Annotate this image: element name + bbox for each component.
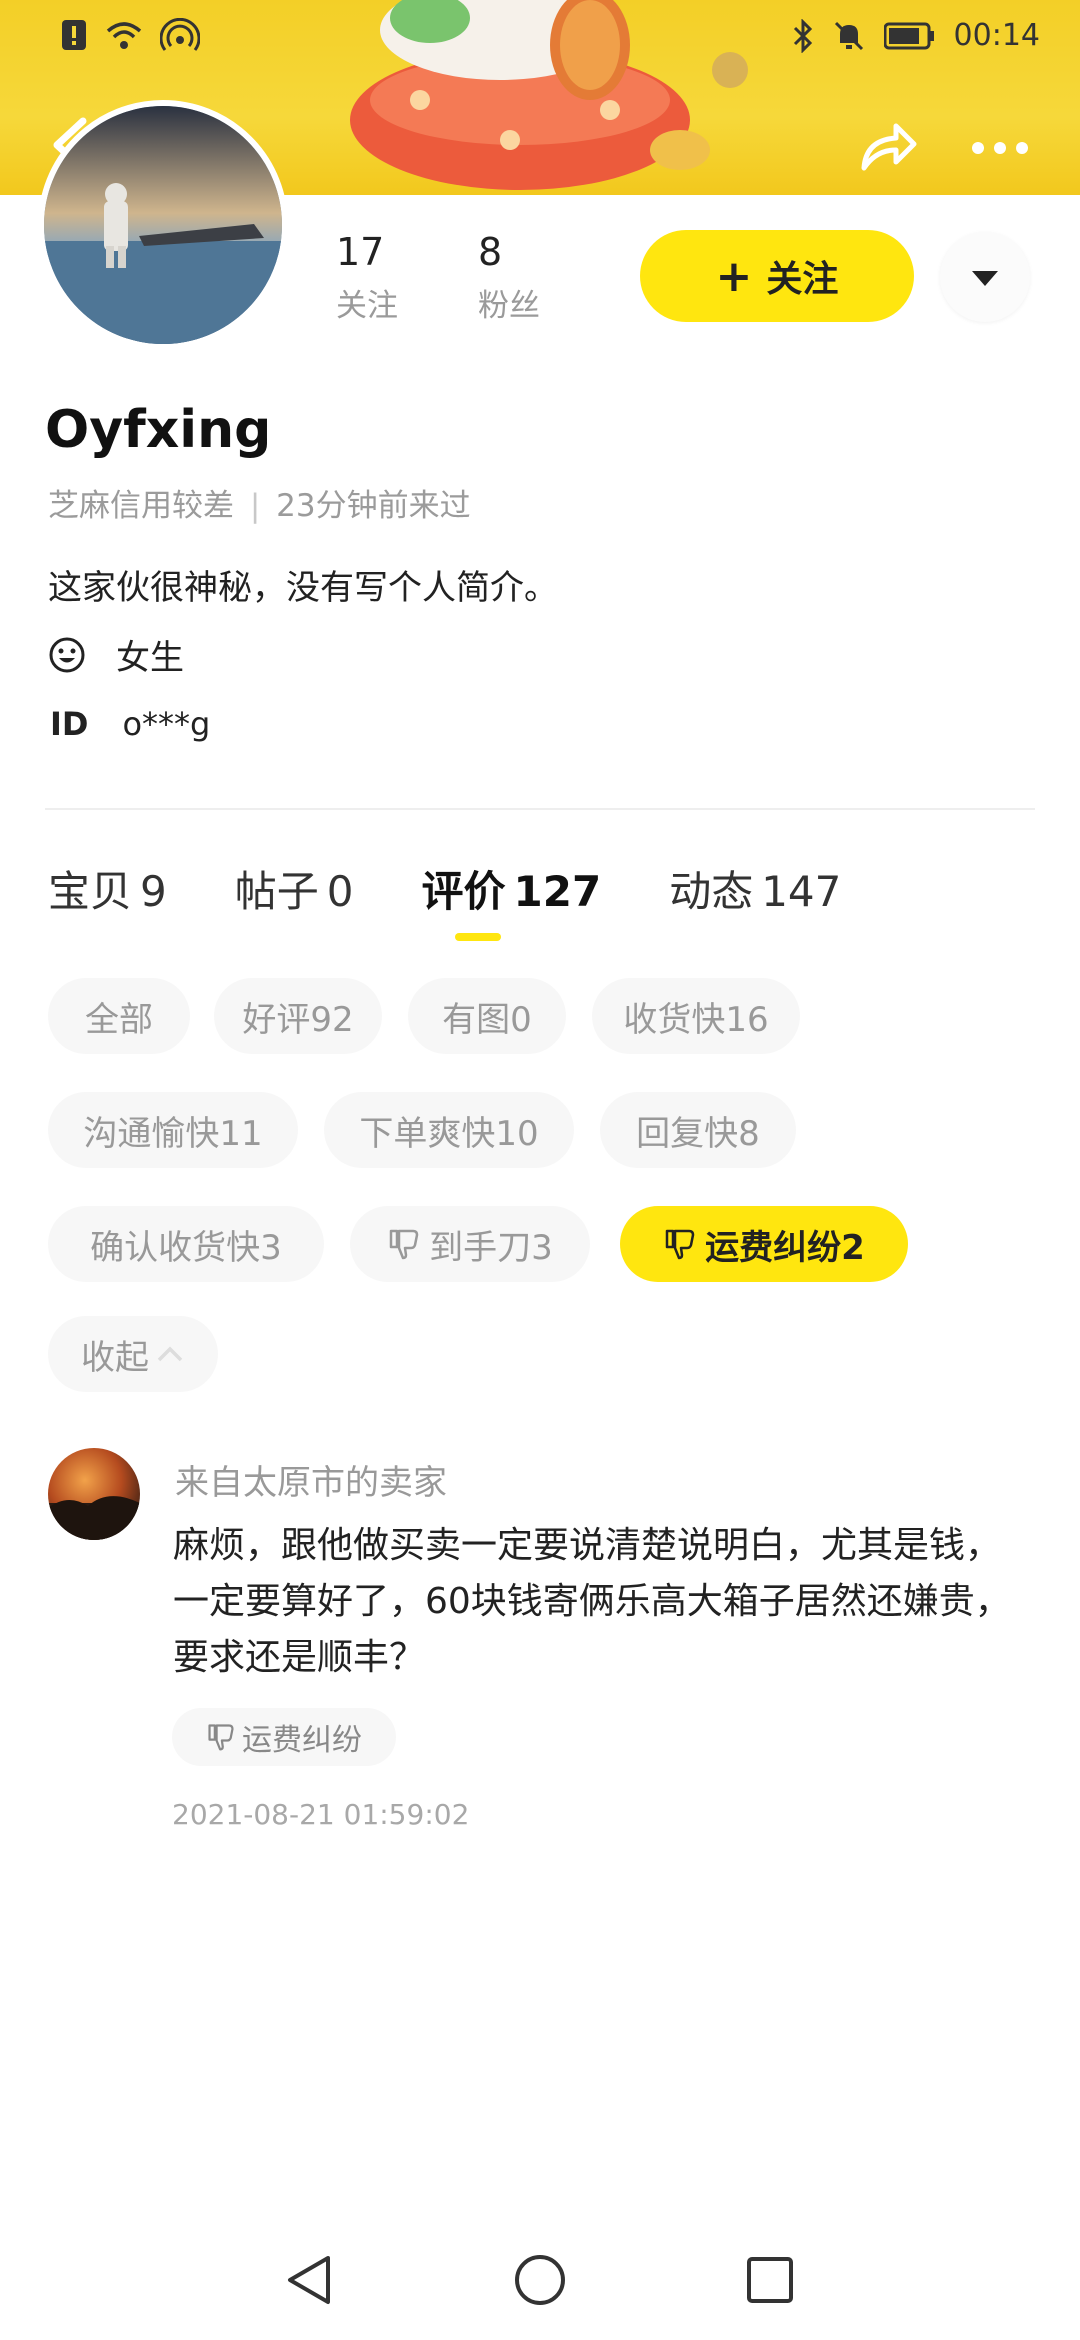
share-icon[interactable] [858,118,918,173]
nav-home-icon[interactable] [510,2250,570,2310]
chevron-up-icon [157,1346,183,1362]
collapse-filters-button[interactable]: 收起 [48,1316,218,1392]
filter-quick-order[interactable]: 下单爽快10 [324,1092,574,1168]
divider [45,808,1035,810]
reviewer-origin: 来自太原市的卖家 [175,1463,447,1503]
id-value: o***g [122,705,211,743]
more-icon[interactable] [970,128,1030,168]
credit-rating: 芝麻信用较差 [48,488,234,524]
filter-positive[interactable]: 好评92 [214,978,382,1054]
review-tag: 运费纠纷 [172,1708,396,1766]
following-stat[interactable]: 17 关注 [336,230,398,325]
gender-label: 女生 [116,638,184,678]
tab-posts[interactable]: 帖子 0 [235,858,354,919]
nav-recents-icon[interactable] [740,2250,800,2310]
bluetooth-icon [793,18,812,53]
followers-stat[interactable]: 8 粉丝 [478,230,540,325]
filter-pleasant-communication[interactable]: 沟通愉快11 [48,1092,298,1168]
status-bar: 00:14 [0,0,1080,80]
tab-items[interactable]: 宝贝 9 [48,858,167,919]
avatar-image [44,106,282,344]
profile-tabs: 宝贝 9 帖子 0 评价 127 动态 147 [48,858,909,919]
system-nav-bar [0,2230,1080,2340]
avatar[interactable] [38,100,288,350]
clock: 00:14 [953,18,1040,53]
thumbs-down-icon [208,1724,234,1751]
thumbs-down-icon [389,1229,419,1260]
smiley-icon [49,637,85,672]
followers-label: 粉丝 [478,288,540,324]
bio-text: 这家伙很神秘，没有写个人简介。 [48,568,558,608]
last-seen: 23分钟前来过 [276,488,471,524]
mute-icon [834,21,863,50]
filter-shipping-dispute[interactable]: 运费纠纷2 [620,1206,908,1282]
dropdown-icon [972,271,998,286]
filter-all[interactable]: 全部 [48,978,190,1054]
reviewer-avatar[interactable] [48,1448,140,1540]
filter-bargain-after-receipt[interactable]: 到手刀3 [350,1206,590,1282]
alert-sim-icon [62,20,86,50]
filter-with-images[interactable]: 有图0 [408,978,566,1054]
hotspot-icon [160,18,200,51]
nav-back-icon[interactable] [280,2250,340,2310]
follow-button-label: 关注 [766,259,839,300]
more-options-button[interactable] [940,232,1030,322]
credit-info: 芝麻信用较差 | 23分钟前来过 [48,480,471,525]
filter-fast-delivery[interactable]: 收货快16 [592,978,800,1054]
review-text: 麻烦，跟他做买卖一定要说清楚说明白，尤其是钱，一定要算好了，60块钱寄俩乐高大箱… [173,1525,1011,1678]
follow-button[interactable]: + 关注 [640,230,914,322]
tab-reviews[interactable]: 评价 127 [422,858,602,919]
followers-count: 8 [478,230,503,274]
filter-quick-confirm[interactable]: 确认收货快3 [48,1206,324,1282]
review-date: 2021-08-21 01:59:02 [172,1798,470,1831]
username: Oyfxing [45,400,272,460]
active-tab-indicator [455,933,501,941]
thumbs-down-icon [665,1229,695,1260]
id-row: ID o***g [50,705,210,743]
plus-icon: + [715,250,753,302]
battery-icon [883,22,934,49]
tab-activity[interactable]: 动态 147 [669,858,841,919]
wifi-icon [106,22,142,49]
separator: | [249,488,261,524]
id-label: ID [50,705,89,743]
following-label: 关注 [336,288,398,324]
gender-row: 女生 [48,630,184,679]
following-count: 17 [336,230,385,274]
reviewer-avatar-image [48,1496,140,1540]
filter-quick-reply[interactable]: 回复快8 [600,1092,796,1168]
